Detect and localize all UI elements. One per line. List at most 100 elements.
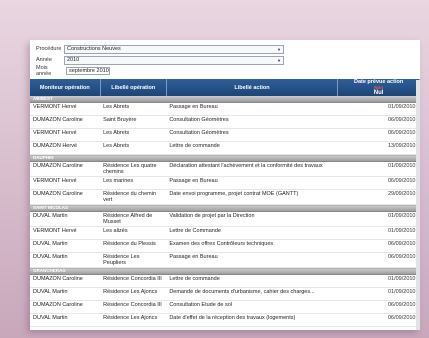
cell-date: 06/09/2010 bbox=[337, 115, 420, 129]
cell-monitor: VERMONT Hervé bbox=[30, 226, 101, 240]
cell-operation: Les alizés bbox=[100, 226, 167, 240]
table-row[interactable]: DUMAZON Caroline Résidence Concordia III C… bbox=[30, 300, 420, 314]
group-row[interactable]: SAINT NICOLAS bbox=[30, 204, 420, 212]
cell-date: 06/09/2010 bbox=[337, 239, 420, 253]
filter-row-year: Année 2010 ▼ bbox=[36, 55, 414, 65]
cell-action: Consultation Etude de sol bbox=[166, 300, 338, 314]
column-header-date[interactable]: Date prévue action Non Nul bbox=[337, 79, 420, 96]
cell-action: Lettre de commande bbox=[166, 274, 338, 288]
cell-monitor: DUMAZON Caroline bbox=[30, 189, 101, 205]
cell-date: 06/09/2010 bbox=[337, 313, 420, 327]
cell-operation: Résidence Concordia III bbox=[100, 300, 167, 314]
chevron-down-icon[interactable]: ▼ bbox=[276, 46, 282, 53]
table-row[interactable]: DUVAL Martin Résidence Alfred de Musset Va… bbox=[30, 211, 420, 227]
cell-date: 01/09/2010 bbox=[337, 274, 420, 288]
cell-operation: Les Abrets bbox=[100, 102, 167, 116]
group-label: SAINT NICOLAS bbox=[30, 204, 420, 212]
cell-date: 29/09/2010 bbox=[337, 189, 420, 205]
filter-panel: Procédure Constructions Neuves ▼ Année 2… bbox=[30, 40, 420, 79]
cell-monitor: VERMONT Hervé bbox=[30, 128, 101, 142]
cell-operation: Résidence du chemin vert bbox=[100, 189, 167, 205]
cell-operation: Résidence du Plessis bbox=[100, 239, 167, 253]
table-row[interactable]: DUVAL Martin Résidence du Plessis Examen d… bbox=[30, 239, 420, 253]
actions-table: Moniteur opération Libellé opération Lib… bbox=[30, 79, 420, 327]
cell-operation: Les marines bbox=[100, 176, 167, 190]
cell-operation: Résidence Alfred de Musset bbox=[100, 211, 167, 227]
table-row[interactable]: VERMONT Hervé Les Abrets Consultation Géom… bbox=[30, 128, 420, 142]
cell-operation: Saint Bruyère bbox=[100, 115, 167, 129]
table-row[interactable]: DUMAZON Caroline Résidence Les quatre che… bbox=[30, 161, 420, 177]
cell-date: 06/09/2010 bbox=[337, 252, 420, 268]
cell-action: Consultation Géomètres bbox=[166, 128, 338, 142]
table-row[interactable]: DUVAL Martin Résidence Les Ajoncs Date d'e… bbox=[30, 313, 420, 327]
cell-date: 06/09/2010 bbox=[337, 300, 420, 314]
cell-operation: Les Abrets bbox=[100, 128, 167, 142]
cell-date: 01/09/2010 bbox=[337, 211, 420, 227]
cell-monitor: VERMONT Hervé bbox=[30, 102, 101, 116]
cell-action: Examen des offres Contrôleurs techniques bbox=[166, 239, 338, 253]
table-row[interactable]: DUVAL Martin Résidence Les Ajoncs Demande … bbox=[30, 287, 420, 301]
cell-action: Déclaration attestant l'achèvement et la… bbox=[166, 161, 338, 177]
column-header-monitor[interactable]: Moniteur opération bbox=[30, 79, 101, 96]
cell-operation: Résidence Les Peupliers bbox=[100, 252, 167, 268]
cell-monitor: DUVAL Martin bbox=[30, 313, 101, 327]
cell-date: 06/09/2010 bbox=[337, 176, 420, 190]
table-body: ABIBEST VERMONT Hervé Les Abrets Passage en… bbox=[30, 96, 420, 327]
cell-action: Date d'effet de la réception des travaux… bbox=[166, 313, 338, 327]
cell-monitor: DUVAL Martin bbox=[30, 252, 101, 268]
cell-operation: Résidence Les Ajoncs bbox=[100, 313, 167, 327]
year-value: 2010 bbox=[67, 57, 80, 63]
column-header-operation[interactable]: Libellé opération bbox=[100, 79, 167, 96]
procedure-select[interactable]: Constructions Neuves ▼ bbox=[64, 44, 284, 54]
year-select[interactable]: 2010 ▼ bbox=[64, 55, 284, 65]
cell-action: Validation de projet par la Direction bbox=[166, 211, 338, 227]
cell-monitor: VERMONT Hervé bbox=[30, 176, 101, 190]
cell-action: Date envoi programme, projet contrat MOE… bbox=[166, 189, 338, 205]
table-row[interactable]: DUMAZON Caroline Saint Bruyère Consultatio… bbox=[30, 115, 420, 129]
procedure-value: Constructions Neuves bbox=[67, 46, 121, 52]
cell-date: 01/09/2010 bbox=[337, 102, 420, 116]
table-row[interactable]: VERMONT Hervé Les Abrets Passage en Bureau… bbox=[30, 102, 420, 116]
cell-operation: Résidence Les Ajoncs bbox=[100, 287, 167, 301]
cell-monitor: DUMAZON Caroline bbox=[30, 274, 101, 288]
cell-operation: Les Abrets bbox=[100, 141, 167, 155]
table-row[interactable]: VERMONT Hervé Les alizés Lettre de Command… bbox=[30, 226, 420, 240]
column-header-action[interactable]: Libellé action bbox=[166, 79, 339, 96]
cell-action: Lettre de commande bbox=[166, 141, 338, 155]
group-row[interactable]: GRANCHERAG bbox=[30, 267, 420, 275]
cell-action: Lettre de Commande bbox=[166, 226, 338, 240]
table-row[interactable]: DUMAZON Caroline Résidence du chemin vert… bbox=[30, 189, 420, 205]
cell-monitor: DUMAZON Caroline bbox=[30, 161, 101, 177]
cell-action: Passage en Bureau bbox=[166, 252, 338, 268]
cell-monitor: DUMAZON Hervé bbox=[30, 141, 101, 155]
filter-row-procedure: Procédure Constructions Neuves ▼ bbox=[36, 44, 414, 54]
cell-date: 13/09/2010 bbox=[337, 141, 420, 155]
cell-action: Passage en Bureau bbox=[166, 102, 338, 116]
table-row[interactable]: VERMONT Hervé Les marines Passage en Burea… bbox=[30, 176, 420, 190]
filter-label: Année bbox=[36, 57, 52, 63]
month-year-input[interactable]: septembre 2010 bbox=[66, 67, 110, 75]
table-header: Moniteur opération Libellé opération Lib… bbox=[30, 79, 420, 96]
filter-row-month: Mois année septembre 2010 bbox=[36, 65, 414, 77]
table-row[interactable]: DUMAZON Caroline Résidence Concordia III L… bbox=[30, 274, 420, 288]
vertical-scrollbar[interactable] bbox=[416, 80, 420, 330]
app-window: Procédure Constructions Neuves ▼ Année 2… bbox=[30, 40, 420, 330]
filter-label: Mois année bbox=[36, 65, 52, 77]
table-row[interactable]: DUVAL Martin Résidence Les Peupliers Passa… bbox=[30, 252, 420, 268]
cell-monitor: DUVAL Martin bbox=[30, 287, 101, 301]
group-label: DAUPHIN bbox=[30, 154, 420, 162]
cell-operation: Résidence Concordia III bbox=[100, 274, 167, 288]
cell-date: 06/09/2010 bbox=[337, 128, 420, 142]
cell-date: 01/09/2010 bbox=[337, 161, 420, 177]
filter-label: Procédure bbox=[36, 46, 62, 52]
group-row[interactable]: DAUPHIN bbox=[30, 154, 420, 162]
group-label: GRANCHERAG bbox=[30, 267, 420, 275]
cell-action: Passage en Bureau bbox=[166, 176, 338, 190]
cell-date: 01/09/2010 bbox=[337, 287, 420, 301]
cell-monitor: DUVAL Martin bbox=[30, 239, 101, 253]
cell-date: 01/09/2010 bbox=[337, 226, 420, 240]
table-row[interactable]: DUMAZON Hervé Les Abrets Lettre de command… bbox=[30, 141, 420, 155]
cell-monitor: DUMAZON Caroline bbox=[30, 300, 101, 314]
cell-operation: Résidence Les quatre chemins bbox=[100, 161, 167, 177]
chevron-down-icon[interactable]: ▼ bbox=[276, 57, 282, 64]
